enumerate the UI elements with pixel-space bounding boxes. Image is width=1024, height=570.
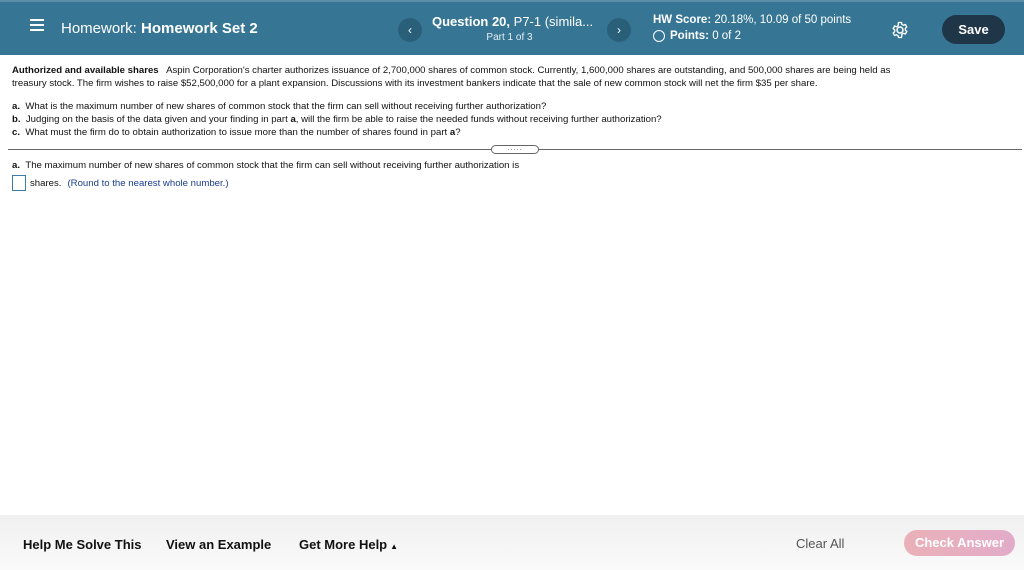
question-number: Question 20, [432, 14, 511, 29]
homework-prefix: Homework: [61, 20, 137, 37]
problem-intro: Authorized and available shares Aspin Co… [12, 64, 1012, 90]
problem-statement: Authorized and available shares Aspin Co… [12, 64, 1012, 139]
points-status-icon [653, 30, 665, 42]
get-more-help-label: Get More Help [299, 537, 388, 552]
question-text: , will the firm be able to raise the nee… [295, 114, 662, 125]
points: Points: 0 of 2 [653, 30, 741, 42]
homework-title: Homework: Homework Set 2 [61, 20, 258, 37]
footer-bar: Help Me Solve This View an Example Get M… [0, 515, 1024, 570]
question-title[interactable]: Question 20, P7-1 (simila... [432, 14, 593, 29]
next-question-button[interactable]: › [607, 18, 631, 42]
question-c: c. What must the firm do to obtain autho… [12, 126, 1012, 139]
save-button[interactable]: Save [942, 15, 1005, 44]
answer-section: a. The maximum number of new shares of c… [12, 159, 519, 191]
clear-all-button[interactable]: Clear All [796, 536, 844, 551]
question-text: What is the maximum number of new shares… [25, 101, 547, 112]
answer-letter: a. [12, 160, 21, 171]
expand-collapse-handle[interactable]: ..... [491, 145, 539, 154]
shares-answer-input[interactable] [12, 175, 26, 191]
check-answer-button[interactable]: Check Answer [904, 530, 1015, 556]
homework-name: Homework Set 2 [141, 20, 258, 37]
view-example-button[interactable]: View an Example [166, 537, 271, 552]
points-label: Points: [670, 30, 709, 42]
answer-prompt: a. The maximum number of new shares of c… [12, 159, 519, 172]
question-letter: c. [12, 127, 21, 138]
previous-question-button[interactable]: ‹ [398, 18, 422, 42]
get-more-help-button[interactable]: Get More Help ▲ [299, 537, 398, 552]
gear-icon[interactable] [891, 21, 909, 39]
score-value: 20.18%, 10.09 of 50 points [714, 14, 852, 26]
answer-unit: shares. [30, 177, 62, 189]
question-part: Part 1 of 3 [486, 32, 533, 43]
answer-prompt-text: The maximum number of new shares of comm… [25, 160, 520, 171]
top-bar: Homework: Homework Set 2 ‹ Question 20, … [0, 0, 1024, 55]
caret-up-icon: ▲ [390, 542, 399, 551]
question-letter: b. [12, 114, 21, 125]
hamburger-menu-icon[interactable] [30, 19, 44, 33]
help-me-solve-button[interactable]: Help Me Solve This [23, 537, 141, 552]
question-text: ? [455, 127, 461, 138]
question-list: a. What is the maximum number of new sha… [12, 100, 1012, 139]
intro-line-1: Aspin Corporation's charter authorizes i… [166, 65, 891, 76]
question-a: a. What is the maximum number of new sha… [12, 100, 1012, 113]
rounding-hint: (Round to the nearest whole number.) [67, 177, 229, 189]
points-value: 0 of 2 [712, 30, 741, 42]
score-label: HW Score: [653, 14, 712, 26]
intro-line-2: treasury stock. The firm wishes to raise… [12, 78, 818, 89]
hw-score: HW Score: 20.18%, 10.09 of 50 points [653, 14, 851, 26]
question-text: What must the firm do to obtain authoriz… [25, 127, 448, 138]
question-text: Judging on the basis of the data given a… [25, 114, 288, 125]
problem-title: Authorized and available shares [12, 65, 159, 76]
question-name: P7-1 (simila... [513, 14, 594, 29]
question-b: b. Judging on the basis of the data give… [12, 113, 1012, 126]
question-letter: a. [12, 101, 21, 112]
